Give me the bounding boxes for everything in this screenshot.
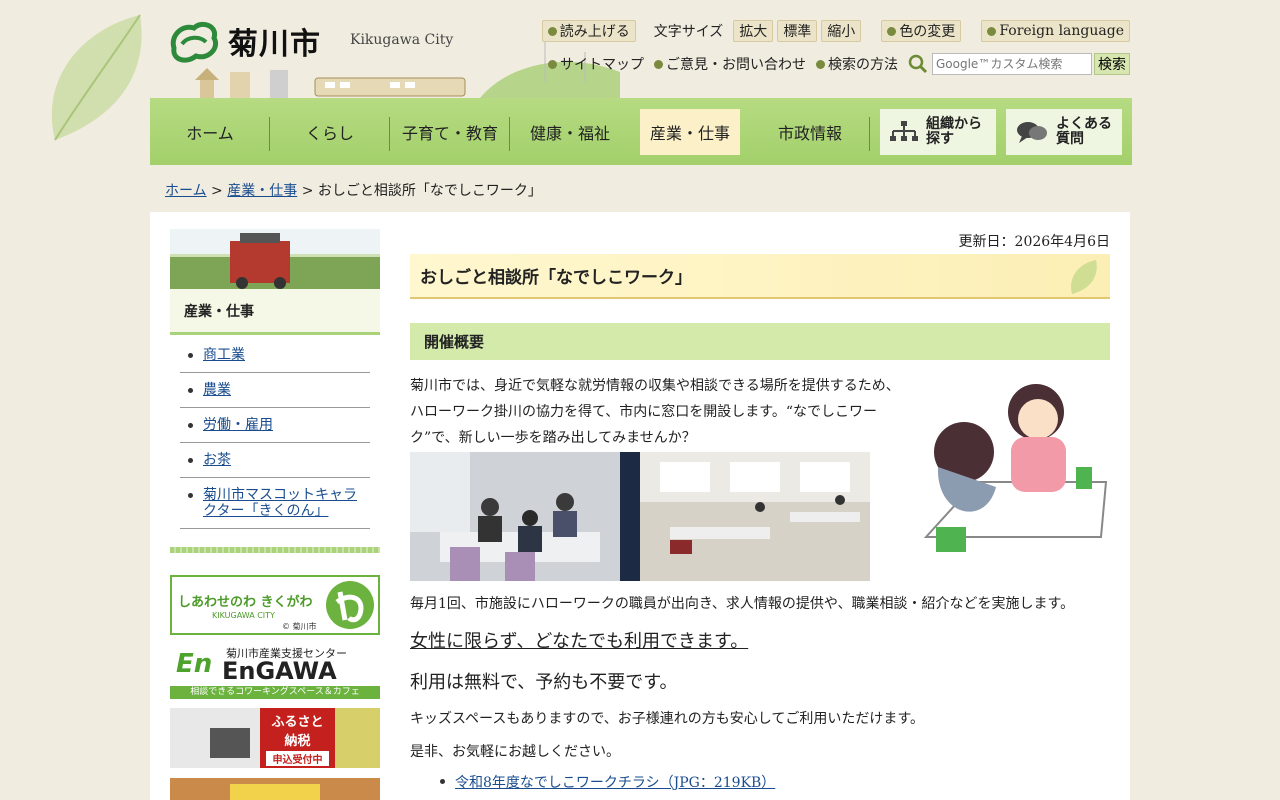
leaf-decoration-icon — [51, 14, 142, 141]
breadcrumb-current: おしごと相談所「なでしこワーク」 — [317, 183, 542, 199]
bullet-icon — [654, 59, 663, 69]
color-change-button[interactable]: 色の変更 — [881, 20, 962, 42]
foreign-language-button[interactable]: Foreign language — [981, 20, 1130, 42]
search-input[interactable] — [932, 53, 1092, 75]
sidebar-item-agriculture: 農業 — [180, 373, 370, 408]
sidebar-item-tea: お茶 — [180, 443, 370, 478]
nav-living[interactable]: くらし — [270, 109, 390, 155]
consultation-photo-2 — [640, 452, 870, 581]
faq-button[interactable]: よくある 質問 — [1006, 108, 1122, 155]
sidebar-item-mascot: 菊川市マスコットキャラクター「きくのん」 — [180, 478, 370, 529]
sidebar-deco — [170, 547, 380, 553]
invitation-text: 是非、お気軽にお越しください。 — [410, 744, 620, 760]
breadcrumb-parent[interactable]: 産業・仕事 — [227, 183, 297, 199]
next-banner[interactable] — [170, 778, 380, 800]
section-heading: 開催概要 — [410, 323, 1110, 360]
search-method-link[interactable]: 検索の方法 — [816, 54, 898, 74]
consultation-illustration — [923, 384, 1108, 552]
font-size-label: 文字サイズ — [653, 24, 724, 40]
font-large-button[interactable]: 拡大 — [733, 20, 774, 42]
updated-date: 更新日：2026年4月6日 — [958, 234, 1110, 250]
file-list: 令和8年度なでしこワークチラシ（JPG：219KB） — [440, 772, 775, 792]
sidebar-menu: 商工業 農業 労働・雇用 お茶 菊川市マスコットキャラクター「きくのん」 — [180, 338, 370, 529]
bullet-icon — [548, 59, 557, 69]
org-search-button[interactable]: 組織から 探す — [880, 108, 996, 155]
bullet-icon — [987, 26, 997, 36]
leaf-icon — [1071, 260, 1097, 294]
wa-logo-icon — [326, 581, 374, 629]
sidebar-item-labor: 労働・雇用 — [180, 408, 370, 443]
furusato-tax-banner[interactable]: ふるさと 納税 申込受付中 — [170, 708, 380, 768]
engawa-banner[interactable]: 菊川市産業支援センター En EnGAWA 相談できるコワーキングスペース＆カフ… — [170, 643, 380, 699]
kids-space-text: キッズスペースもありますので、お子様連れの方も安心してご利用いただけます。 — [410, 711, 924, 727]
utility-links: サイトマップ ご意見・お問い合わせ 検索の方法 検索 — [548, 53, 1130, 75]
site-header: 菊川市 Kikugawa City 読み上げる 文字サイズ 拡大 標準 縮小 色… — [150, 0, 1130, 98]
contact-link[interactable]: ご意見・お問い合わせ — [654, 54, 806, 74]
bullet-icon — [816, 59, 825, 69]
search-icon — [908, 54, 928, 74]
nav-home[interactable]: ホーム — [150, 109, 270, 155]
utility-toolbar: 読み上げる 文字サイズ 拡大 標準 縮小 色の変更 Foreign langua… — [541, 20, 1130, 42]
nav-city-info[interactable]: 市政情報 — [750, 109, 870, 155]
sidebar-item-commerce: 商工業 — [180, 338, 370, 373]
bullet-icon — [547, 26, 557, 36]
sidebar-heading: 産業・仕事 — [170, 289, 380, 335]
file-link-item: 令和8年度なでしこワークチラシ（JPG：219KB） — [440, 772, 775, 792]
bullet-icon — [887, 26, 897, 36]
font-standard-button[interactable]: 標準 — [777, 20, 818, 42]
speech-bubble-icon — [1017, 121, 1047, 143]
page-title: おしごと相談所「なでしこワーク」 — [410, 254, 1110, 299]
nav-health-welfare[interactable]: 健康・福祉 — [510, 109, 630, 155]
tea-field-photo — [170, 229, 380, 289]
breadcrumb: ホーム > 産業・仕事 > おしごと相談所「なでしこワーク」 — [165, 183, 542, 199]
nav-industry-work[interactable]: 産業・仕事 — [640, 108, 740, 155]
consultation-photo-1 — [410, 452, 640, 581]
font-small-button[interactable]: 縮小 — [821, 20, 862, 42]
highlight-free: 利用は無料で、予約も不要です。 — [410, 672, 678, 693]
intro-text: 菊川市では、身近で気軽な就労情報の収集や相談できる場所を提供するため、ハローワー… — [410, 378, 900, 446]
description-text: 毎月1回、市施設にハローワークの職員が出向き、求人情報の提供や、職業相談・紹介な… — [410, 596, 1075, 612]
highlight-open-to-all: 女性に限らず、どなたでも利用できます。 — [410, 631, 749, 652]
breadcrumb-home[interactable]: ホーム — [165, 183, 207, 199]
search-button[interactable]: 検索 — [1094, 53, 1130, 75]
sitemap-link[interactable]: サイトマップ — [548, 54, 644, 74]
flyer-link[interactable]: 令和8年度なでしこワークチラシ（JPG：219KB） — [455, 775, 775, 791]
org-chart-icon — [890, 120, 918, 141]
nav-childcare-education[interactable]: 子育て・教育 — [390, 109, 510, 155]
read-aloud-button[interactable]: 読み上げる — [541, 20, 636, 42]
content-panel: 産業・仕事 商工業 農業 労働・雇用 お茶 菊川市マスコットキャラクター「きくの… — [150, 212, 1130, 800]
global-nav: ホーム くらし 子育て・教育 健康・福祉 産業・仕事 市政情報 組織から 探す … — [150, 98, 1132, 165]
next-banner-graphic — [230, 784, 320, 800]
shiawase-banner[interactable]: しあわせのわ きくがわ KIKUGAWA CITY © 菊川市 — [170, 575, 380, 635]
